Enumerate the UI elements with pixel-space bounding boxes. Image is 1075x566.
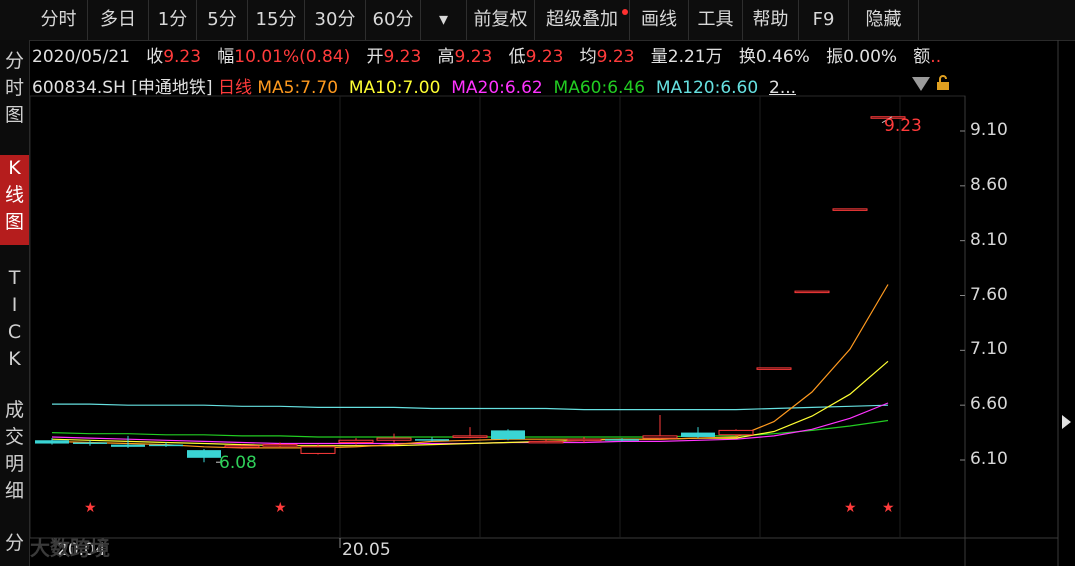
x-tick-label: 20.05: [342, 540, 391, 560]
signal-star-icon: ★: [882, 500, 895, 516]
candle-body-down: [73, 442, 107, 444]
kline-chart[interactable]: ★ ★ ★ ★: [0, 0, 1075, 566]
y-tick-label: 9.10: [970, 120, 1008, 140]
candle-body-up: [756, 367, 792, 370]
candle-body-up: [376, 437, 412, 441]
candle-body-up: [338, 439, 374, 443]
plot-frame: [29, 95, 966, 539]
candle-body-down: [149, 444, 183, 447]
candle-body-down: [187, 450, 221, 458]
ma5-line: [51, 284, 889, 449]
ma120-line: [52, 403, 889, 411]
signal-star-icon: ★: [84, 500, 97, 516]
candle-body-down: [681, 432, 715, 437]
candle-body-up: [642, 435, 678, 439]
signal-star-icon: ★: [274, 500, 287, 516]
candle-body-up: [794, 290, 830, 294]
candle-body-down: [35, 440, 69, 444]
signal-star-icon: ★: [844, 500, 857, 516]
candle-body-up: [718, 429, 754, 436]
y-tick-label: 6.10: [970, 449, 1008, 469]
candle-body-up: [452, 435, 488, 438]
candle-body-down: [605, 439, 639, 441]
high-marker-label: 9.23: [884, 116, 922, 136]
scroll-right-arrow-icon[interactable]: [1062, 415, 1071, 429]
candle-body-up: [528, 440, 564, 444]
candle-body-down: [415, 439, 449, 441]
candle-body-up: [300, 446, 336, 454]
candle-body-up: [832, 208, 868, 211]
candle-body-down: [111, 444, 145, 447]
candle-body-up: [262, 444, 298, 447]
candle-body-up: [566, 438, 602, 442]
low-marker-label: 6.08: [219, 453, 257, 473]
y-tick-label: 6.60: [970, 394, 1008, 415]
candle-body-up: [224, 445, 260, 448]
candle-body-down: [491, 430, 525, 440]
y-tick-label: 7.60: [970, 284, 1008, 305]
y-tick-label: 7.10: [970, 339, 1008, 360]
y-tick-label: 8.10: [970, 229, 1008, 250]
watermark: 大数跨境: [30, 536, 110, 560]
y-tick-label: 8.60: [970, 174, 1008, 195]
